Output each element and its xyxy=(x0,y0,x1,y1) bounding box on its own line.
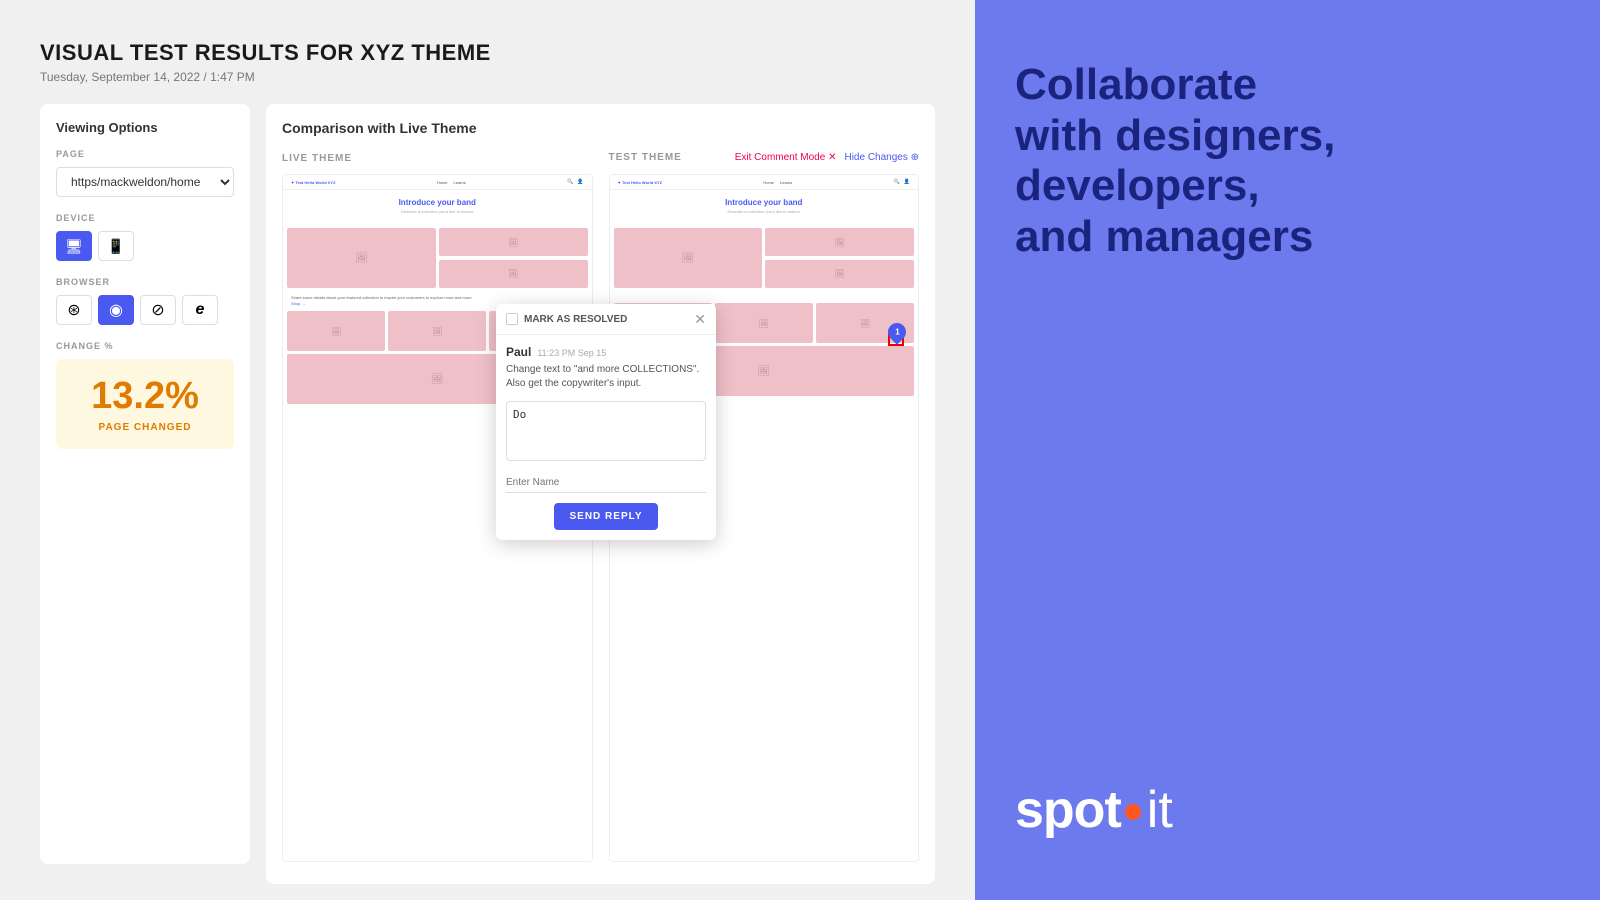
test-nav: ✦ Test Hello World XYZ Home Learns 🔍 👤 xyxy=(610,175,919,190)
content-area: Viewing Options PAGE https/mackweldon/ho… xyxy=(40,104,935,884)
send-reply-button[interactable]: SEND REPLY xyxy=(554,503,659,530)
theme-labels-row: LIVE THEME TEST THEME Exit Comment Mode … xyxy=(282,148,919,166)
live-grid-row1: 🖼 🖼 🖼 xyxy=(283,228,592,291)
page-select[interactable]: https/mackweldon/home xyxy=(56,167,234,197)
brand-suffix: it xyxy=(1147,780,1173,840)
report-header: VISUAL TEST RESULTS FOR XYZ THEME Tuesda… xyxy=(40,40,935,84)
live-nav-links: Home Learns xyxy=(437,180,466,185)
comment-marker-container: 1 xyxy=(888,323,906,341)
comment-author: Paul xyxy=(506,345,531,359)
test-theme-label-container: TEST THEME Exit Comment Mode ✕ Hide Chan… xyxy=(609,152,920,163)
test-theme-label: TEST THEME xyxy=(609,152,682,163)
reply-name-input[interactable] xyxy=(506,473,706,493)
sidebar-title: Viewing Options xyxy=(56,120,234,135)
tagline-block: Collaborate with designers, developers, … xyxy=(1015,60,1560,262)
live-hero-sub: Describe a collection you'd like to feat… xyxy=(287,209,588,214)
test-hero-sub: Describe a collection you'd like to feat… xyxy=(614,209,915,214)
right-panel: Collaborate with designers, developers, … xyxy=(975,0,1600,900)
popup-header: MARK AS RESOLVED ✕ xyxy=(496,304,716,335)
page-label: PAGE xyxy=(56,149,234,159)
live-img-2: 🖼 xyxy=(439,228,588,256)
test-img-3: 🖼 xyxy=(765,260,914,288)
options-sidebar: Viewing Options PAGE https/mackweldon/ho… xyxy=(40,104,250,864)
test-nav-links: Home Learns xyxy=(763,180,792,185)
comment-popup: MARK AS RESOLVED ✕ Paul 11:23 PM Sep 15 … xyxy=(496,304,716,540)
live-nav-logo: ✦ Test Hello World XYZ xyxy=(291,180,336,185)
device-buttons: 🖥 📱 xyxy=(56,231,234,261)
comment-marker[interactable]: 1 xyxy=(884,319,909,344)
mobile-device-button[interactable]: 📱 xyxy=(98,231,134,261)
exit-comment-button[interactable]: Exit Comment Mode ✕ xyxy=(735,152,837,163)
device-section: DEVICE 🖥 📱 xyxy=(56,213,234,261)
test-hero: Introduce your band Describe a collectio… xyxy=(610,190,919,228)
live-nav: ✦ Test Hello World XYZ Home Learns 🔍 👤 xyxy=(283,175,592,190)
brand-name: spot xyxy=(1015,780,1121,840)
test-nav-logo: ✦ Test Hello World XYZ xyxy=(618,180,663,185)
edge-browser-button[interactable]: e xyxy=(182,295,218,325)
comparison-title: Comparison with Live Theme xyxy=(282,120,919,136)
mark-resolved-label[interactable]: MARK AS RESOLVED xyxy=(506,313,627,325)
left-panel: VISUAL TEST RESULTS FOR XYZ THEME Tuesda… xyxy=(0,0,975,900)
device-label: DEVICE xyxy=(56,213,234,223)
test-img-2: 🖼 xyxy=(765,228,914,256)
safari-browser-button[interactable]: ⊘ xyxy=(140,295,176,325)
main-content: Comparison with Live Theme LIVE THEME TE… xyxy=(266,104,935,884)
comment-time: 11:23 PM Sep 15 xyxy=(537,348,606,358)
live-img-5: 🖼 xyxy=(388,311,486,351)
test-hero-title: Introduce your band xyxy=(614,198,915,207)
comment-marker-number: 1 xyxy=(895,328,899,337)
browser-section: BROWSER ⊛ ◉ ⊘ e xyxy=(56,277,234,325)
live-img-4: 🖼 xyxy=(287,311,385,351)
mark-resolved-checkbox[interactable] xyxy=(506,313,518,325)
popup-close-button[interactable]: ✕ xyxy=(694,312,706,326)
chrome-browser-button[interactable]: ◉ xyxy=(98,295,134,325)
change-section: CHANGE % 13.2% PAGE CHANGED xyxy=(56,341,234,449)
browser-buttons: ⊛ ◉ ⊘ e xyxy=(56,295,234,325)
hide-changes-button[interactable]: Hide Changes ⊕ xyxy=(844,152,919,163)
theme-action-buttons: Exit Comment Mode ✕ Hide Changes ⊕ xyxy=(735,152,919,163)
tagline: Collaborate with designers, developers, … xyxy=(1015,60,1560,262)
change-label: CHANGE % xyxy=(56,341,234,351)
change-badge: PAGE CHANGED xyxy=(72,422,218,433)
test-grid-row1: 🖼 🖼 🖼 xyxy=(610,228,919,291)
test-img-5: 🖼 xyxy=(715,303,813,343)
live-hero: Introduce your band Describe a collectio… xyxy=(283,190,592,228)
browser-label: BROWSER xyxy=(56,277,234,287)
report-title: VISUAL TEST RESULTS FOR XYZ THEME xyxy=(40,40,935,66)
live-img-group: 🖼 🖼 xyxy=(439,228,588,288)
report-date: Tuesday, September 14, 2022 / 1:47 PM xyxy=(40,70,935,84)
live-theme-label-container: LIVE THEME xyxy=(282,148,593,166)
test-img-group: 🖼 🖼 xyxy=(765,228,914,288)
live-nav-icons: 🔍 👤 xyxy=(567,179,583,185)
brand-logo: spot it xyxy=(1015,780,1560,840)
page-section: PAGE https/mackweldon/home xyxy=(56,149,234,197)
live-img-3: 🖼 xyxy=(439,260,588,288)
change-percent: 13.2% xyxy=(72,375,218,418)
desktop-device-button[interactable]: 🖥 xyxy=(56,231,92,261)
test-img-1: 🖼 xyxy=(614,228,763,288)
live-img-1: 🖼 xyxy=(287,228,436,288)
popup-body: Paul 11:23 PM Sep 15 Change text to "and… xyxy=(496,335,716,540)
comment-author-line: Paul 11:23 PM Sep 15 xyxy=(506,345,706,359)
live-hero-title: Introduce your band xyxy=(287,198,588,207)
change-box: 13.2% PAGE CHANGED xyxy=(56,359,234,449)
reply-textarea[interactable]: Do xyxy=(506,401,706,461)
test-nav-icons: 🔍 👤 xyxy=(894,179,910,185)
brand-dot-icon xyxy=(1125,804,1141,820)
comment-text: Change text to "and more COLLECTIONS". A… xyxy=(506,363,706,391)
firefox-browser-button[interactable]: ⊛ xyxy=(56,295,92,325)
live-theme-label: LIVE THEME xyxy=(282,153,352,164)
